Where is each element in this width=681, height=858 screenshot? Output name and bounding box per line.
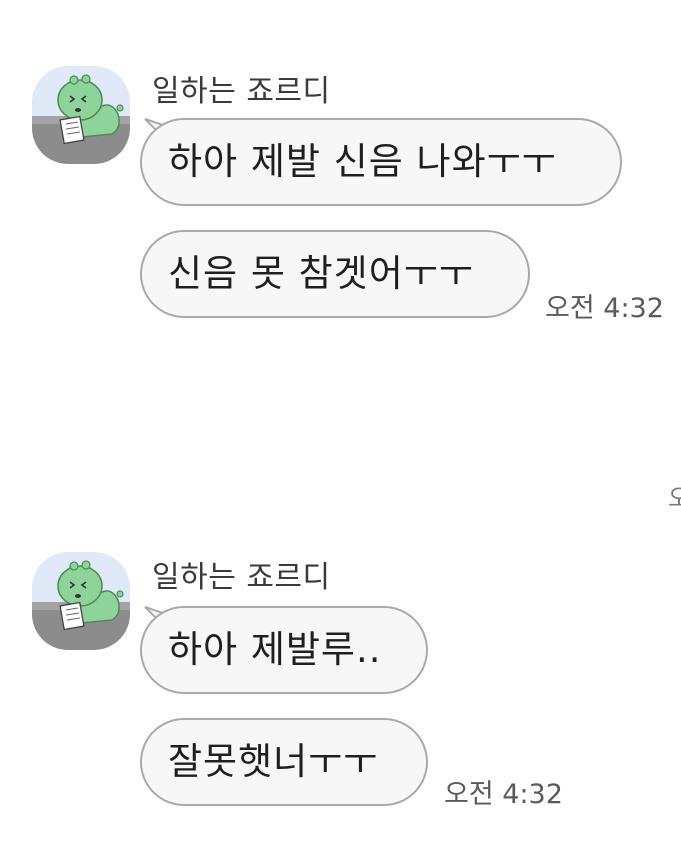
message-bubble[interactable]: 하아 제발 신음 나와ㅜㅜ	[140, 118, 622, 206]
message-timestamp: 오전 4:32	[545, 293, 664, 324]
sender-name: 일하는 죠르디	[152, 74, 331, 109]
cropped-timestamp-fragment: 오	[668, 484, 681, 512]
message-bubble[interactable]: 잘못햇너ㅜㅜ	[140, 718, 428, 806]
jordy-avatar-icon	[32, 560, 130, 650]
message-bubble[interactable]: 하아 제발루..	[140, 606, 428, 694]
message-bubble[interactable]: 신음 못 참겟어ㅜㅜ	[140, 230, 530, 318]
avatar[interactable]	[32, 552, 130, 650]
message-timestamp: 오전 4:32	[444, 779, 563, 810]
sender-name: 일하는 죠르디	[152, 560, 331, 595]
jordy-avatar-icon	[32, 74, 130, 164]
avatar[interactable]	[32, 66, 130, 164]
